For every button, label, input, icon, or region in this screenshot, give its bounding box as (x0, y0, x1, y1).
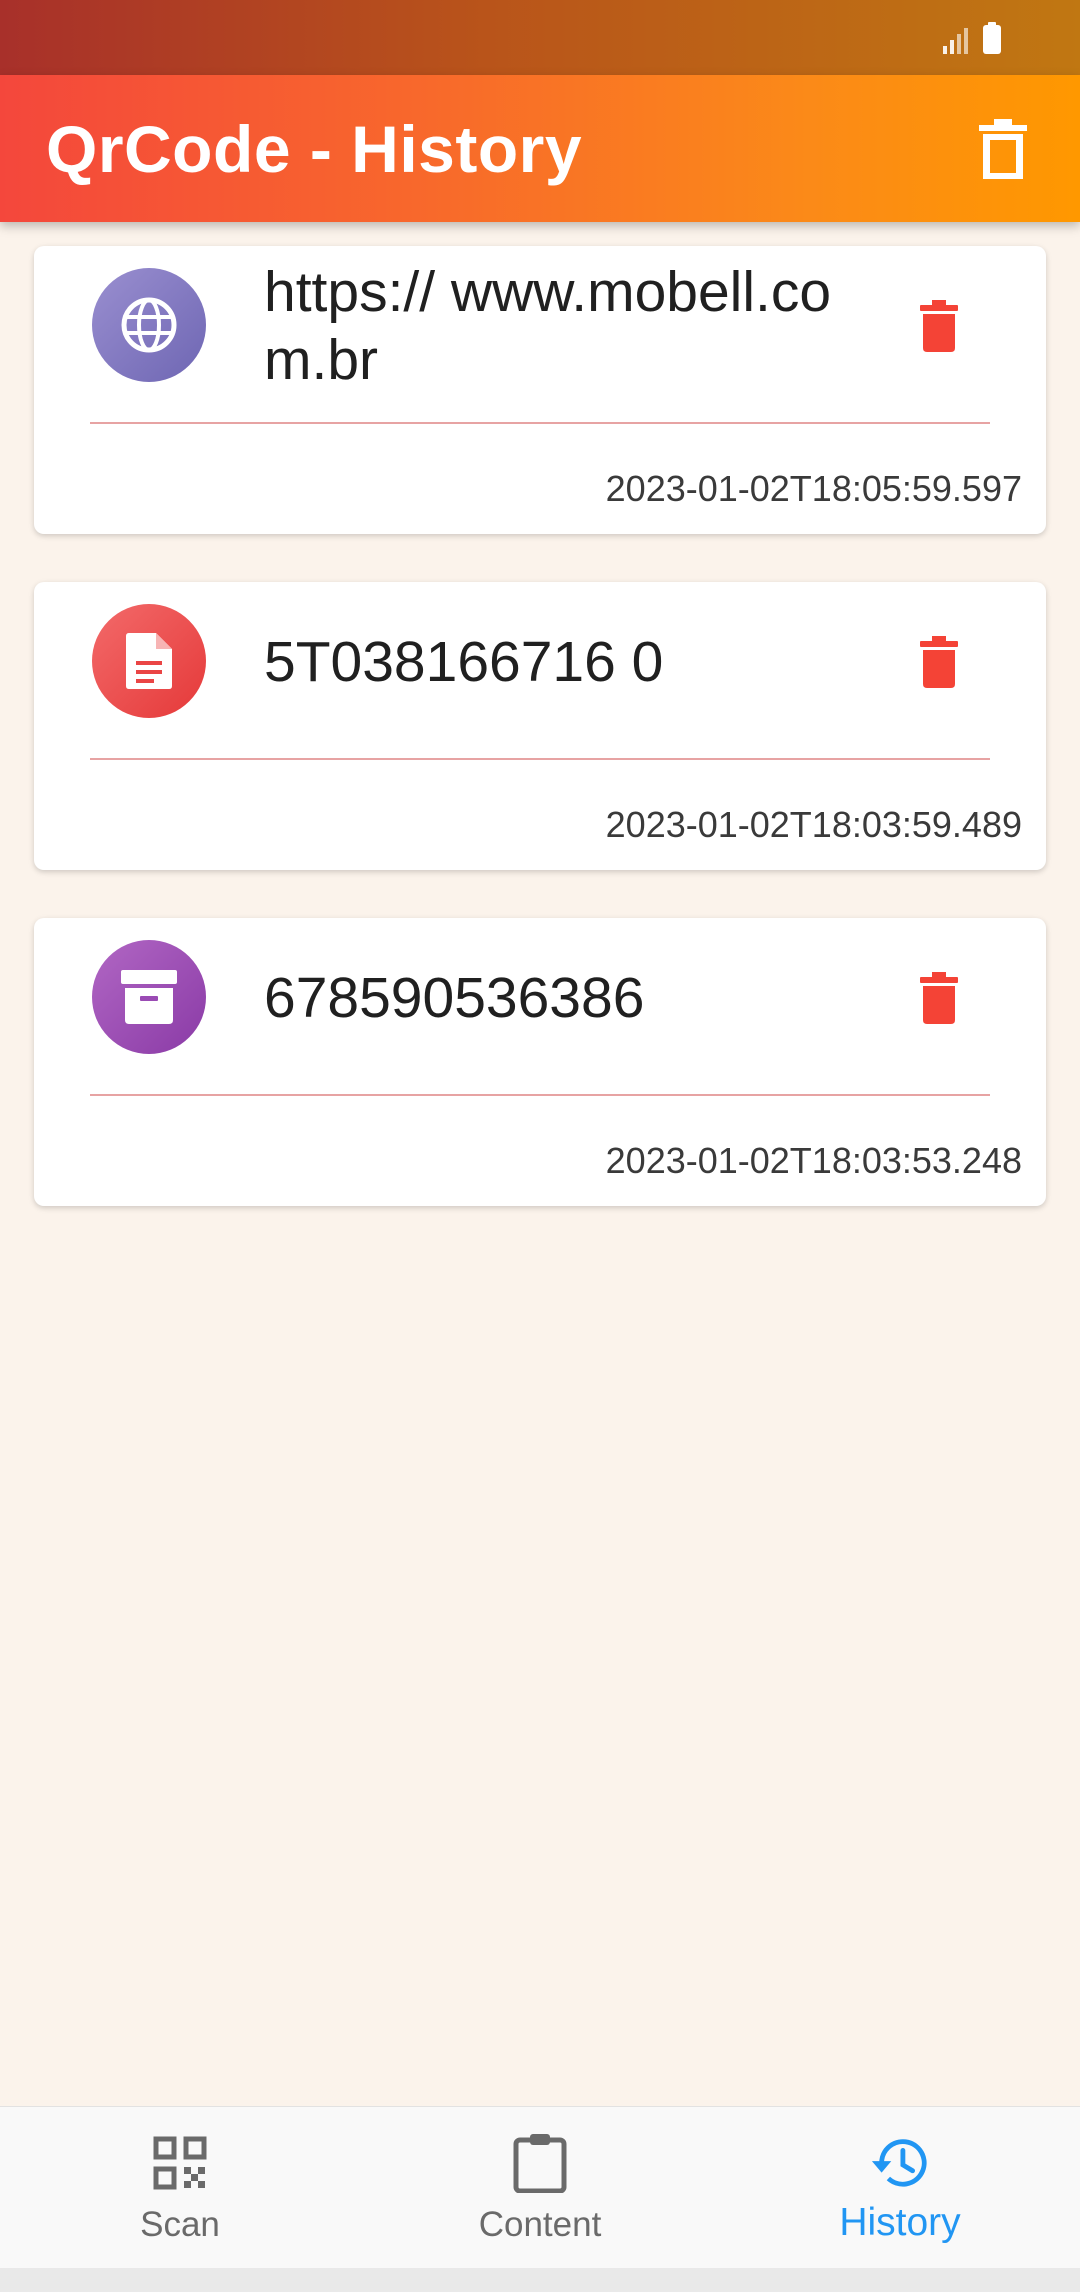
delete-item-button[interactable] (914, 632, 964, 692)
divider (90, 1094, 990, 1096)
nav-item-content[interactable]: Content (360, 2107, 720, 2269)
battery-icon (983, 22, 1001, 54)
qr-code-icon (150, 2133, 210, 2193)
history-item[interactable]: 678590536386 2023-01-02T18:03:53.248 (34, 918, 1046, 1206)
item-timestamp: 2023-01-02T18:03:53.248 (605, 1140, 1022, 1181)
system-gesture-bar (0, 2268, 1080, 2292)
trash-icon (920, 300, 958, 352)
signal-icon (943, 28, 968, 54)
globe-icon (121, 297, 177, 353)
item-content: 5T038166716 0 (264, 630, 664, 694)
clipboard-icon (510, 2133, 570, 2193)
history-list: https:// www.mobell.com.br 2023-01-02T18… (34, 246, 1046, 1254)
item-timestamp: 2023-01-02T18:05:59.597 (605, 468, 1022, 509)
history-item[interactable]: 5T038166716 0 2023-01-02T18:03:59.489 (34, 582, 1046, 870)
trash-icon (920, 636, 958, 688)
history-item[interactable]: https:// www.mobell.com.br 2023-01-02T18… (34, 246, 1046, 534)
item-content: 678590536386 (264, 966, 645, 1030)
nav-item-history[interactable]: History (720, 2107, 1080, 2269)
app-bar: QrCode - History (0, 75, 1080, 222)
divider (90, 422, 990, 424)
status-icons (942, 22, 1002, 54)
divider (90, 758, 990, 760)
history-icon (870, 2133, 930, 2193)
bottom-navigation: Scan Content History (0, 2106, 1080, 2268)
trash-outline-icon (979, 119, 1027, 179)
text-type-avatar (92, 604, 206, 718)
item-content: https:// www.mobell.com.br (264, 260, 832, 392)
url-type-avatar (92, 268, 206, 382)
page-title: QrCode - History (46, 112, 583, 186)
trash-icon (920, 972, 958, 1024)
document-icon (126, 633, 172, 689)
archive-icon (121, 970, 177, 1024)
nav-label-scan: Scan (140, 2205, 220, 2244)
delete-item-button[interactable] (914, 296, 964, 356)
clear-history-button[interactable] (970, 113, 1036, 185)
item-timestamp: 2023-01-02T18:03:59.489 (605, 804, 1022, 845)
product-type-avatar (92, 940, 206, 1054)
nav-label-content: Content (478, 2205, 602, 2244)
nav-label-history: History (839, 2201, 961, 2244)
nav-item-scan[interactable]: Scan (0, 2107, 360, 2269)
status-bar (0, 0, 1080, 75)
delete-item-button[interactable] (914, 968, 964, 1028)
